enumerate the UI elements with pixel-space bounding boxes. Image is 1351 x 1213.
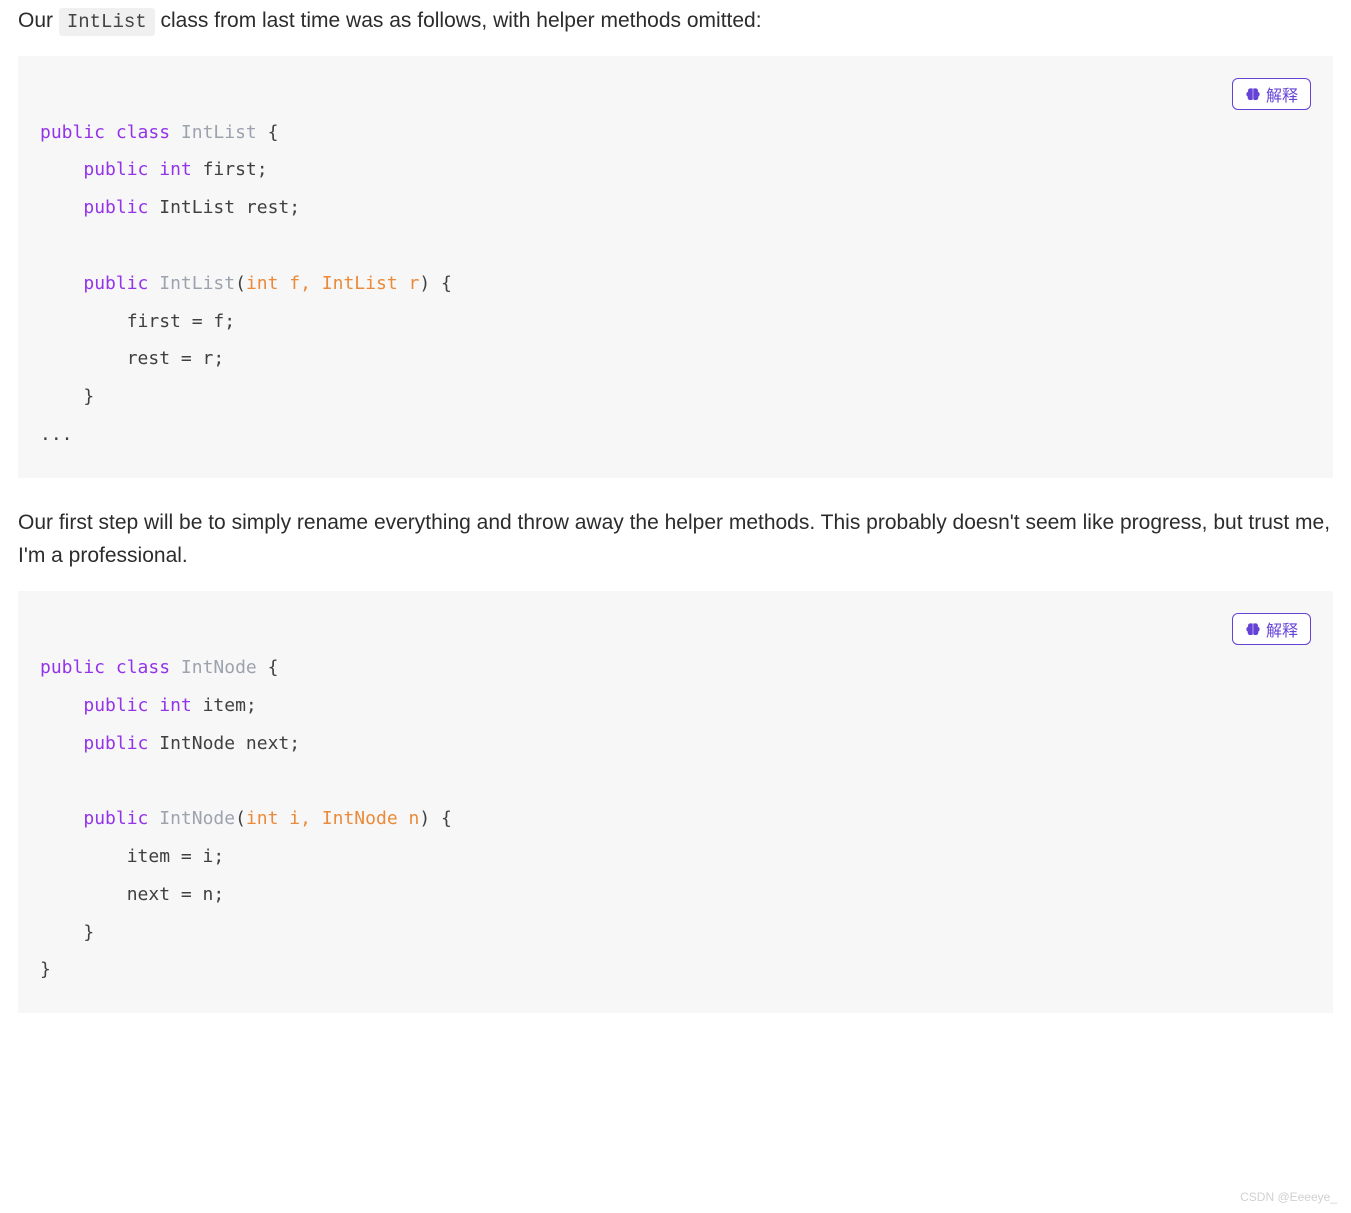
code-block-2: 解释 public class IntNode { public int ite…	[18, 591, 1333, 1013]
explain-button-label: 解释	[1266, 82, 1298, 106]
text-before-code: Our	[18, 9, 59, 32]
watermark: CSDN @Eeeeye_	[1240, 1188, 1337, 1207]
explain-button[interactable]: 解释	[1232, 613, 1311, 645]
brain-icon	[1245, 87, 1261, 101]
intro-paragraph-1: Our IntList class from last time was as …	[18, 4, 1333, 38]
text-after-code: class from last time was as follows, wit…	[155, 9, 762, 32]
explain-button-label: 解释	[1266, 617, 1298, 641]
code-block-1: 解释 public class IntList { public int fir…	[18, 56, 1333, 478]
code-content-1: public class IntList { public int first;…	[40, 114, 1311, 454]
explain-button[interactable]: 解释	[1232, 78, 1311, 110]
intro-paragraph-2: Our first step will be to simply rename …	[18, 506, 1333, 573]
inline-code-intlist: IntList	[59, 8, 155, 36]
brain-icon	[1245, 622, 1261, 636]
code-content-2: public class IntNode { public int item; …	[40, 649, 1311, 989]
